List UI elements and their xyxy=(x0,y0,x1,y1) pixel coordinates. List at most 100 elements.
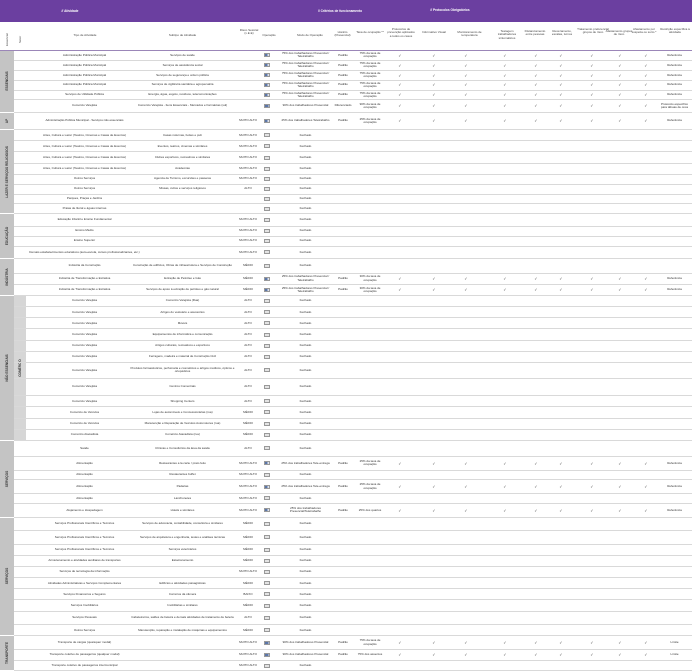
activity-type: Comércio de Veículos xyxy=(69,409,100,414)
table-row: Outros Serviços Manutenção, reparação e i… xyxy=(14,625,692,637)
protocol-check-icon: ✓ xyxy=(618,639,622,645)
operation-indicator xyxy=(260,318,274,328)
protocol-check-icon: ✓ xyxy=(503,460,507,466)
opening-hours xyxy=(332,175,354,184)
operation-mode: 25% dos trabalhadores Presencial / Telet… xyxy=(281,285,330,293)
opening-hours xyxy=(332,164,354,174)
specific-restriction xyxy=(658,175,691,184)
occupancy-rate: 75% da taxa de ocupação xyxy=(359,638,381,646)
activity-type: Alimentação xyxy=(76,472,93,477)
protocol-check-icon: ✓ xyxy=(590,507,594,513)
activity-type: Educação Infantil e Ensino Fundamental xyxy=(57,217,112,222)
activity-subtype: Serviços de assistência social xyxy=(162,62,203,67)
opening-hours: Padrão xyxy=(338,52,348,57)
operation-indicator xyxy=(260,578,274,588)
activity-subtype: Lojas de automóveis e Concessionárias (r… xyxy=(152,409,213,414)
activity-subtype: Imobiliárias e similares xyxy=(167,602,198,607)
operation-mode: Fechado xyxy=(299,298,312,303)
opening-hours xyxy=(332,341,354,351)
risk-level: MÉDIO xyxy=(243,409,253,414)
specific-restriction xyxy=(658,204,691,213)
activity-type: Comércio Varejista xyxy=(71,309,98,314)
table-row: Comércio Varejista Shopping Centers ALTO Fe… xyxy=(14,396,692,408)
activity-subtype: Serviços de saúde xyxy=(170,52,195,57)
operation-mode: Fechado xyxy=(299,432,312,437)
activity-type: Comércio Varejista xyxy=(71,320,98,325)
operation-indicator xyxy=(260,307,274,317)
protocol-check-icon: ✓ xyxy=(644,484,648,489)
table-row: Ensino Superior MUITO ALTO Fechado xyxy=(14,237,692,247)
col-tipo: Tipo de Atividade xyxy=(73,34,97,37)
specific-restriction: Referência xyxy=(667,287,682,292)
operation-bar-icon xyxy=(264,119,270,124)
operation-indicator xyxy=(260,396,274,406)
protocol-check-icon: ✓ xyxy=(464,639,468,645)
activity-subtype xyxy=(130,247,235,258)
protocol-check-icon: ✓ xyxy=(559,639,563,645)
operation-bar-icon xyxy=(264,196,270,201)
activity-type: Comércio de Veículos xyxy=(69,420,100,425)
protocol-check-icon: ✓ xyxy=(559,52,563,58)
operation-mode: Fechado xyxy=(299,615,312,620)
protocol-check-icon: ✓ xyxy=(398,103,402,109)
operation-indicator xyxy=(260,419,274,429)
protocol-check-icon: ✓ xyxy=(590,103,594,109)
protocol-check-icon: ✓ xyxy=(464,92,468,98)
table-row: Alimentação Restaurantes a la carte / pra… xyxy=(14,457,692,471)
operation-bar-icon xyxy=(264,93,270,98)
protocol-check-icon: ✓ xyxy=(464,484,468,489)
protocol-check-icon: ✓ xyxy=(398,92,402,98)
opening-hours xyxy=(332,379,354,395)
specific-restriction xyxy=(658,318,691,328)
specific-restriction xyxy=(658,195,691,204)
activity-subtype: Comércio Varejista - Itens Essenciais - … xyxy=(137,103,228,108)
specific-restriction: Referência xyxy=(667,92,682,97)
protocol-check-icon: ✓ xyxy=(398,62,402,68)
operation-bar-icon xyxy=(264,321,270,326)
operation-indicator xyxy=(260,130,274,140)
risk-level: ALTO xyxy=(244,298,252,303)
occupancy-rate xyxy=(354,152,386,162)
opening-hours: Padrão xyxy=(338,118,348,123)
protocol-check-icon: ✓ xyxy=(432,62,436,68)
risk-level: MUITO ALTO xyxy=(239,507,257,512)
operation-bar-icon xyxy=(264,521,270,526)
activity-subtype: Clínicas e Consultórios da área da saúde xyxy=(155,445,210,450)
opening-hours xyxy=(332,518,354,531)
activity-subtype: Serviços de arquitetura e engenharia, te… xyxy=(139,534,226,539)
activity-subtype xyxy=(130,661,235,670)
operation-mode: Fechado xyxy=(299,591,312,596)
risk-level: BAIXO xyxy=(243,591,253,596)
operation-mode: Fechado xyxy=(299,662,312,667)
protocol-check-icon: ✓ xyxy=(464,62,468,68)
risk-level: ALTO xyxy=(244,342,252,347)
header-atividade: // Atividade xyxy=(61,9,79,13)
opening-hours xyxy=(332,407,354,417)
activity-type: Outros Serviços xyxy=(73,176,96,181)
activity-subtype: Clubes esportivos, recreativos e similar… xyxy=(154,154,211,159)
opening-hours xyxy=(332,556,354,566)
operation-mode: Fechado xyxy=(299,558,312,563)
opening-hours xyxy=(332,185,354,194)
specific-restriction xyxy=(658,379,691,395)
protocol-check-icon: ✓ xyxy=(618,276,622,282)
specific-restriction xyxy=(658,494,691,503)
operation-mode: 25% dos trabalhadores Teletrabalho xyxy=(281,118,330,123)
operation-indicator xyxy=(260,457,274,470)
sector-group-label: NÃO ESSENCIAIS xyxy=(5,354,9,382)
table-row: Indústria da Construção Construção de edi… xyxy=(14,259,692,274)
activity-subtype: Serviços de segurança e ordem pública xyxy=(156,72,209,77)
opening-hours: Diferenciado xyxy=(334,103,352,108)
col-prot2: Informativo Visual xyxy=(422,31,446,34)
risk-level: MÉDIO xyxy=(243,547,253,552)
operation-indicator xyxy=(260,296,274,306)
specific-restriction xyxy=(658,625,691,635)
occupancy-rate xyxy=(354,600,386,610)
protocol-check-icon: ✓ xyxy=(464,118,468,124)
operation-mode: 75% dos trabalhadores Presencial / Telet… xyxy=(281,60,330,69)
risk-level: MUITO ALTO xyxy=(239,165,257,170)
activity-type: Serviços de Utilidade Pública xyxy=(65,92,104,97)
protocol-check-icon: ✓ xyxy=(559,460,563,466)
protocol-check-icon: ✓ xyxy=(432,92,436,98)
occupancy-rate xyxy=(354,612,386,625)
